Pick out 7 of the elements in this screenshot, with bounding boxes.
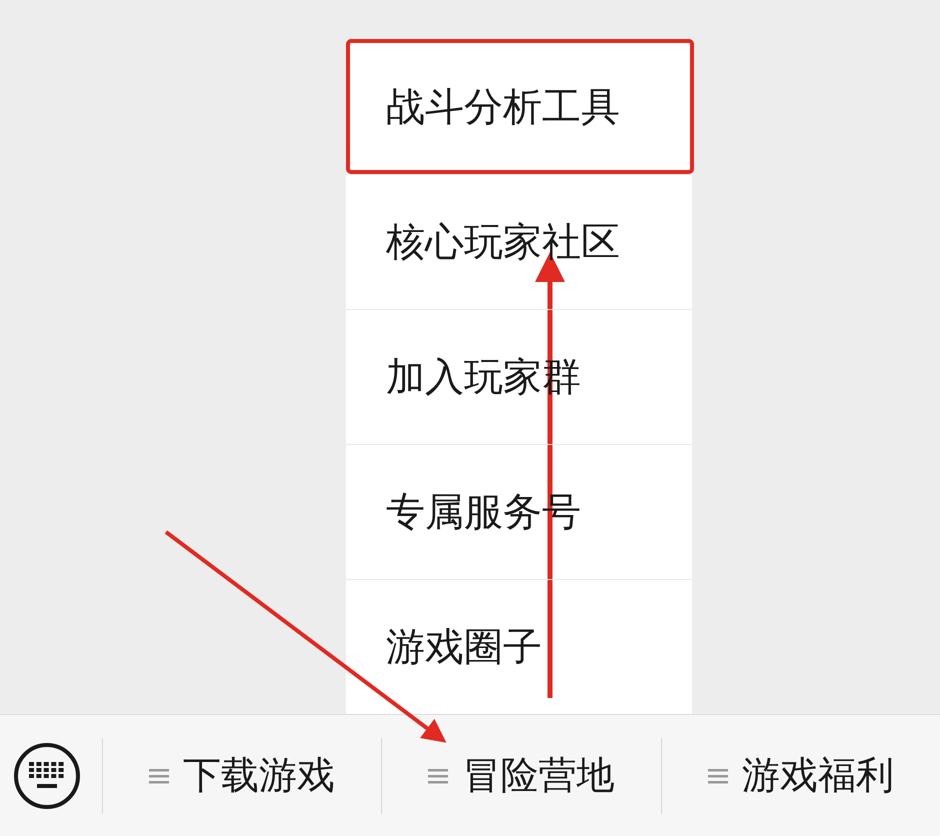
menu-tab[interactable]: 冒险营地 bbox=[381, 738, 661, 814]
menu-tab[interactable]: 下载游戏 bbox=[102, 738, 382, 814]
keyboard-button[interactable] bbox=[14, 742, 80, 808]
menu-item[interactable]: 战斗分析工具 bbox=[346, 39, 694, 174]
menu-item[interactable]: 核心玩家社区 bbox=[346, 174, 692, 309]
menu-tab[interactable]: 游戏福利 bbox=[660, 738, 940, 814]
keyboard-icon bbox=[29, 762, 65, 790]
